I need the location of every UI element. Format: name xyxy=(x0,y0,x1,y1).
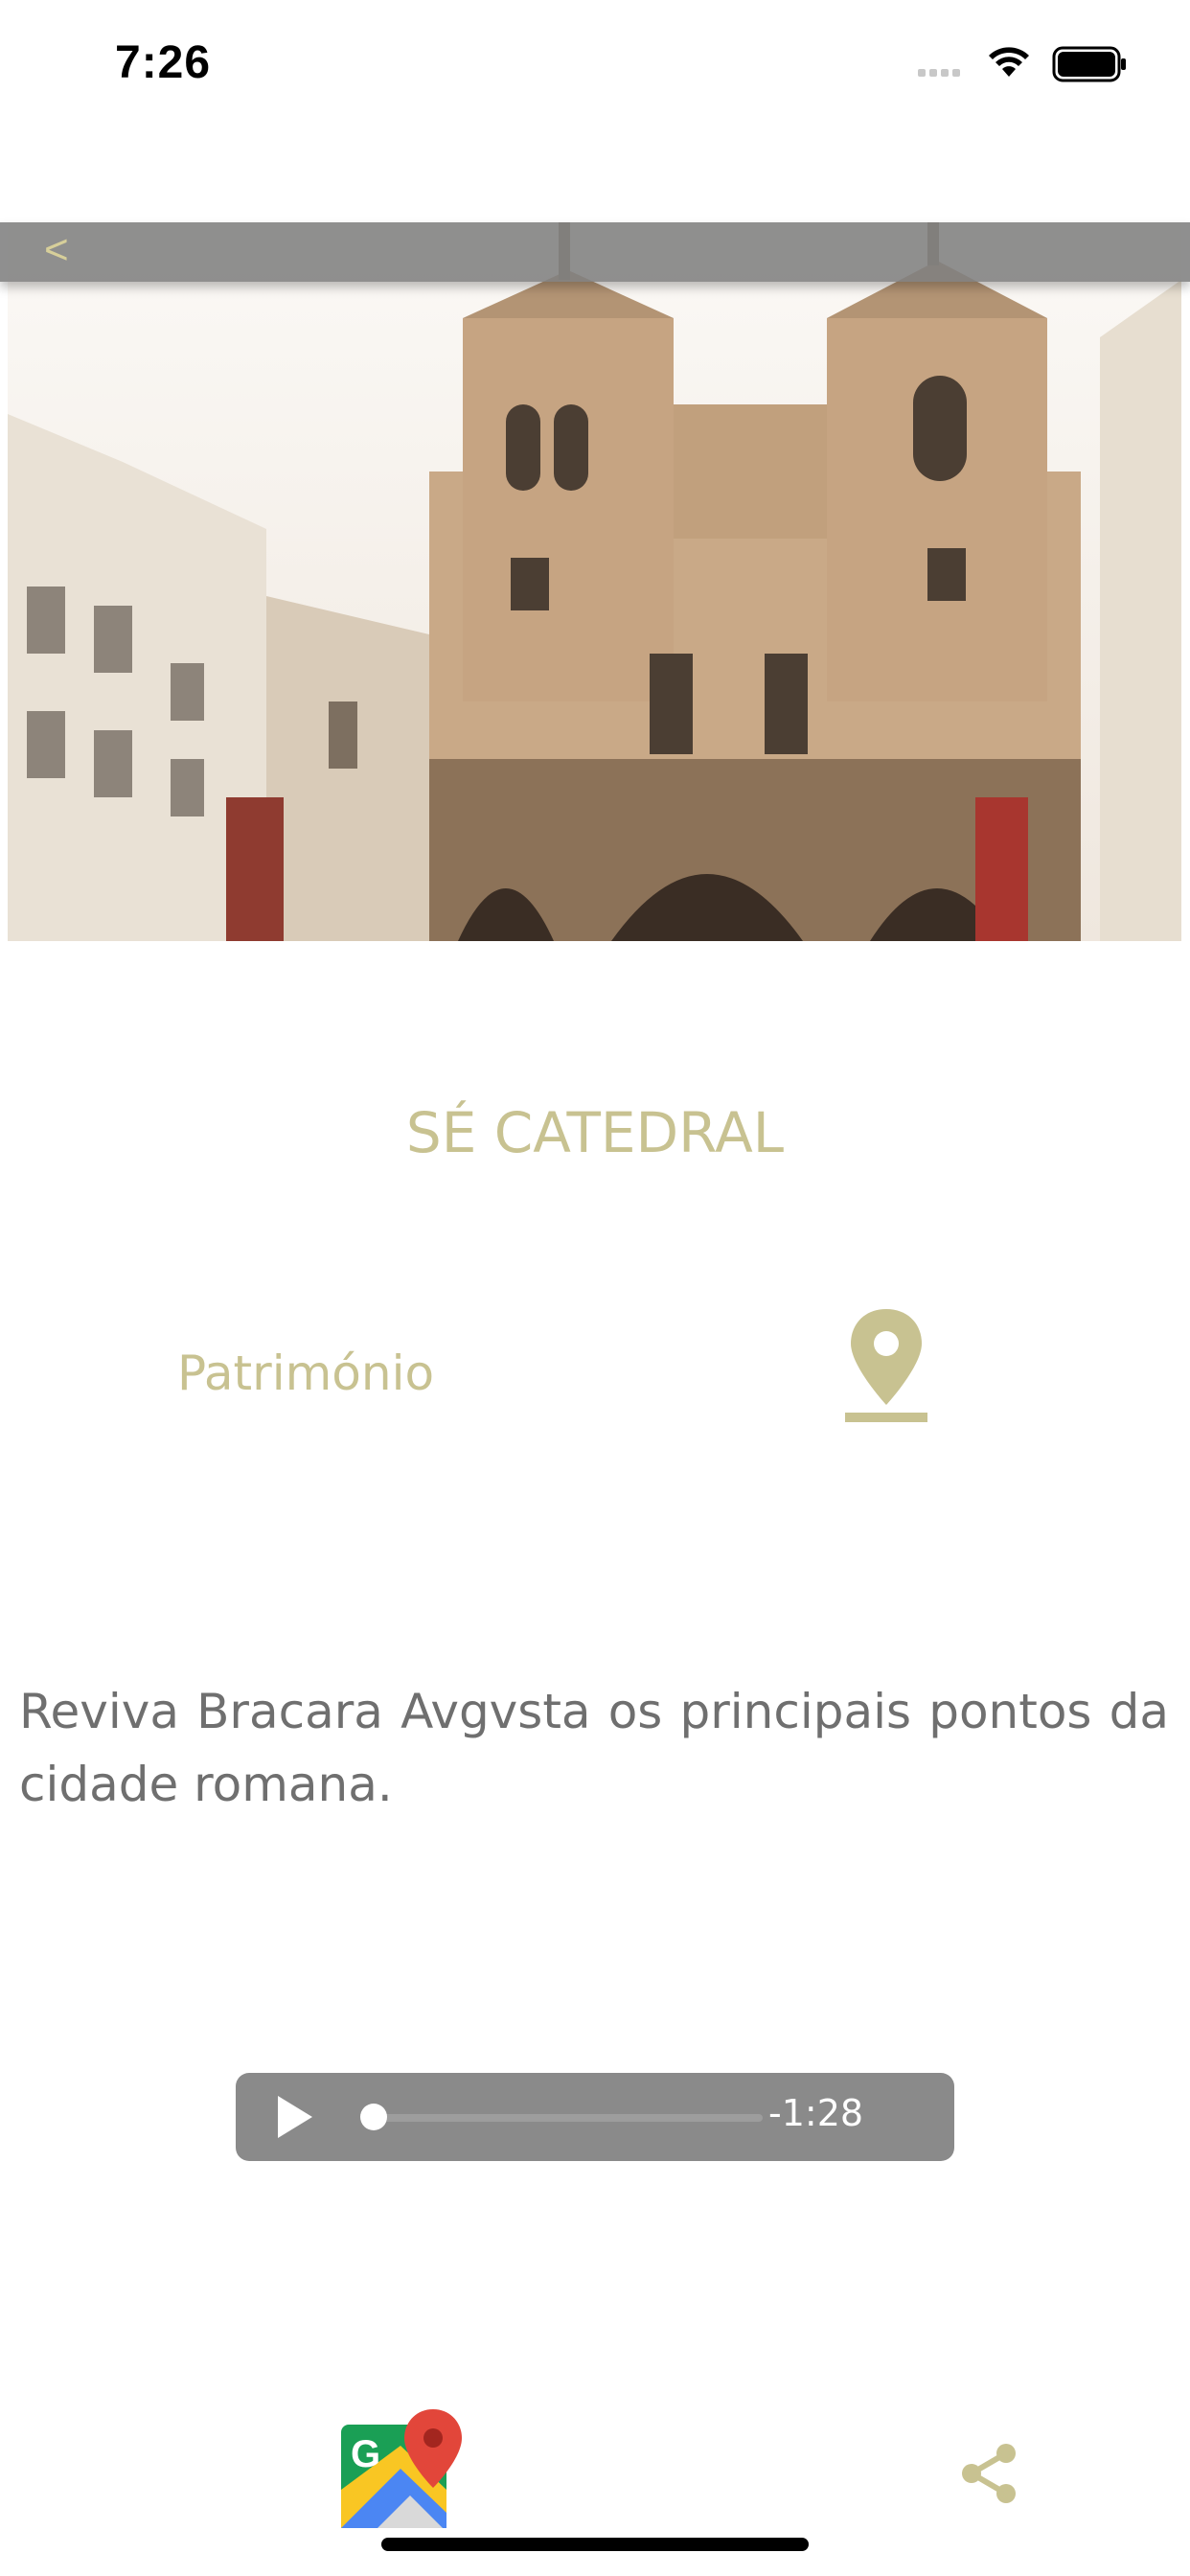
status-time: 7:26 xyxy=(115,37,212,88)
audio-remaining-time: -1:28 xyxy=(768,2092,864,2134)
status-bar: 7:26 xyxy=(0,0,1190,129)
hero-image-cathedral xyxy=(8,222,1181,941)
cellular-signal-icon xyxy=(918,69,960,77)
category-label: Património xyxy=(177,1346,435,1401)
audio-scrubber-thumb[interactable] xyxy=(360,2104,387,2130)
navigation-bar: < xyxy=(0,222,1190,282)
google-maps-icon[interactable]: G xyxy=(341,2407,466,2532)
battery-icon xyxy=(1052,46,1126,82)
location-pin-icon[interactable] xyxy=(843,1305,929,1424)
place-description: Reviva Bracara Avgvsta os principais pon… xyxy=(19,1684,1169,1812)
back-button[interactable]: < xyxy=(44,226,69,274)
svg-text:G: G xyxy=(351,2433,380,2475)
page-title: SÉ CATEDRAL xyxy=(405,1100,785,1165)
audio-player: -1:28 xyxy=(236,2073,954,2161)
home-indicator[interactable] xyxy=(381,2538,809,2551)
play-icon[interactable] xyxy=(278,2096,312,2138)
share-icon[interactable] xyxy=(958,2442,1021,2505)
audio-progress-track[interactable] xyxy=(370,2114,763,2122)
wifi-icon xyxy=(989,47,1029,77)
